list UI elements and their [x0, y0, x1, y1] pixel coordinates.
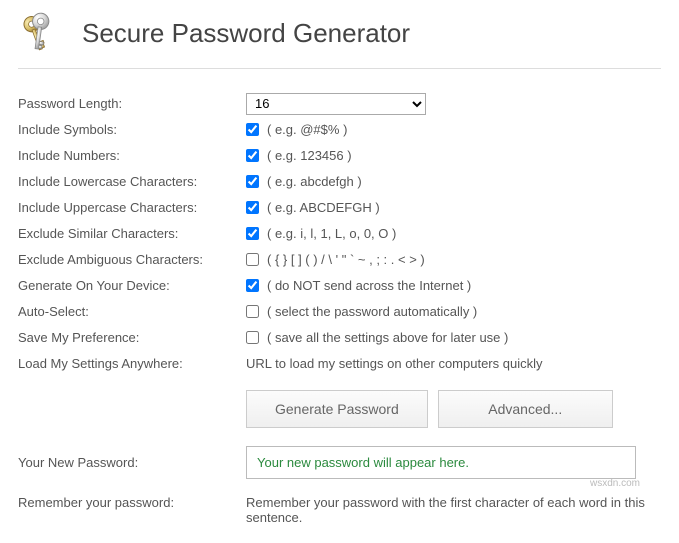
- row-include-lowercase: Include Lowercase Characters: ( e.g. abc…: [18, 169, 661, 194]
- row-your-new-password: Your New Password: Your new password wil…: [18, 446, 661, 479]
- row-exclude-similar: Exclude Similar Characters: ( e.g. i, l,…: [18, 221, 661, 246]
- hint-include-lowercase: ( e.g. abcdefgh ): [267, 174, 362, 189]
- auto-select-checkbox[interactable]: [246, 305, 259, 318]
- hint-exclude-similar: ( e.g. i, l, 1, L, o, 0, O ): [267, 226, 396, 241]
- include-symbols-checkbox[interactable]: [246, 123, 259, 136]
- hint-load-settings: URL to load my settings on other compute…: [246, 356, 543, 371]
- generate-password-button[interactable]: Generate Password: [246, 390, 428, 428]
- row-include-symbols: Include Symbols: ( e.g. @#$% ): [18, 117, 661, 142]
- header: Secure Password Generator: [18, 0, 661, 69]
- label-include-uppercase: Include Uppercase Characters:: [18, 200, 246, 215]
- new-password-output[interactable]: Your new password will appear here.: [246, 446, 636, 479]
- row-include-uppercase: Include Uppercase Characters: ( e.g. ABC…: [18, 195, 661, 220]
- advanced-button[interactable]: Advanced...: [438, 390, 613, 428]
- row-include-numbers: Include Numbers: ( e.g. 123456 ): [18, 143, 661, 168]
- hint-include-symbols: ( e.g. @#$% ): [267, 122, 347, 137]
- password-length-select[interactable]: 16: [246, 93, 426, 115]
- label-include-lowercase: Include Lowercase Characters:: [18, 174, 246, 189]
- save-preference-checkbox[interactable]: [246, 331, 259, 344]
- label-generate-on-device: Generate On Your Device:: [18, 278, 246, 293]
- row-password-length: Password Length: 16: [18, 91, 661, 116]
- hint-exclude-ambiguous: ( { } [ ] ( ) / \ ' " ` ~ , ; : . < > ): [267, 252, 425, 267]
- page-title: Secure Password Generator: [82, 18, 410, 49]
- hint-generate-on-device: ( do NOT send across the Internet ): [267, 278, 471, 293]
- row-auto-select: Auto-Select: ( select the password autom…: [18, 299, 661, 324]
- include-uppercase-checkbox[interactable]: [246, 201, 259, 214]
- exclude-similar-checkbox[interactable]: [246, 227, 259, 240]
- label-password-length: Password Length:: [18, 96, 246, 111]
- hint-auto-select: ( select the password automatically ): [267, 304, 477, 319]
- label-your-new-password: Your New Password:: [18, 455, 246, 470]
- hint-include-uppercase: ( e.g. ABCDEFGH ): [267, 200, 380, 215]
- label-load-settings: Load My Settings Anywhere:: [18, 356, 246, 371]
- row-load-settings: Load My Settings Anywhere: URL to load m…: [18, 351, 661, 376]
- label-remember-password: Remember your password:: [18, 495, 246, 510]
- hint-save-preference: ( save all the settings above for later …: [267, 330, 508, 345]
- row-save-preference: Save My Preference: ( save all the setti…: [18, 325, 661, 350]
- button-row: Generate Password Advanced...: [246, 390, 661, 428]
- keys-icon: [18, 10, 64, 56]
- label-auto-select: Auto-Select:: [18, 304, 246, 319]
- row-exclude-ambiguous: Exclude Ambiguous Characters: ( { } [ ] …: [18, 247, 661, 272]
- label-include-symbols: Include Symbols:: [18, 122, 246, 137]
- generate-on-device-checkbox[interactable]: [246, 279, 259, 292]
- label-include-numbers: Include Numbers:: [18, 148, 246, 163]
- label-exclude-similar: Exclude Similar Characters:: [18, 226, 246, 241]
- label-save-preference: Save My Preference:: [18, 330, 246, 345]
- include-lowercase-checkbox[interactable]: [246, 175, 259, 188]
- label-exclude-ambiguous: Exclude Ambiguous Characters:: [18, 252, 246, 267]
- include-numbers-checkbox[interactable]: [246, 149, 259, 162]
- row-generate-on-device: Generate On Your Device: ( do NOT send a…: [18, 273, 661, 298]
- hint-include-numbers: ( e.g. 123456 ): [267, 148, 352, 163]
- exclude-ambiguous-checkbox[interactable]: [246, 253, 259, 266]
- watermark: wsxdn.com: [590, 478, 640, 489]
